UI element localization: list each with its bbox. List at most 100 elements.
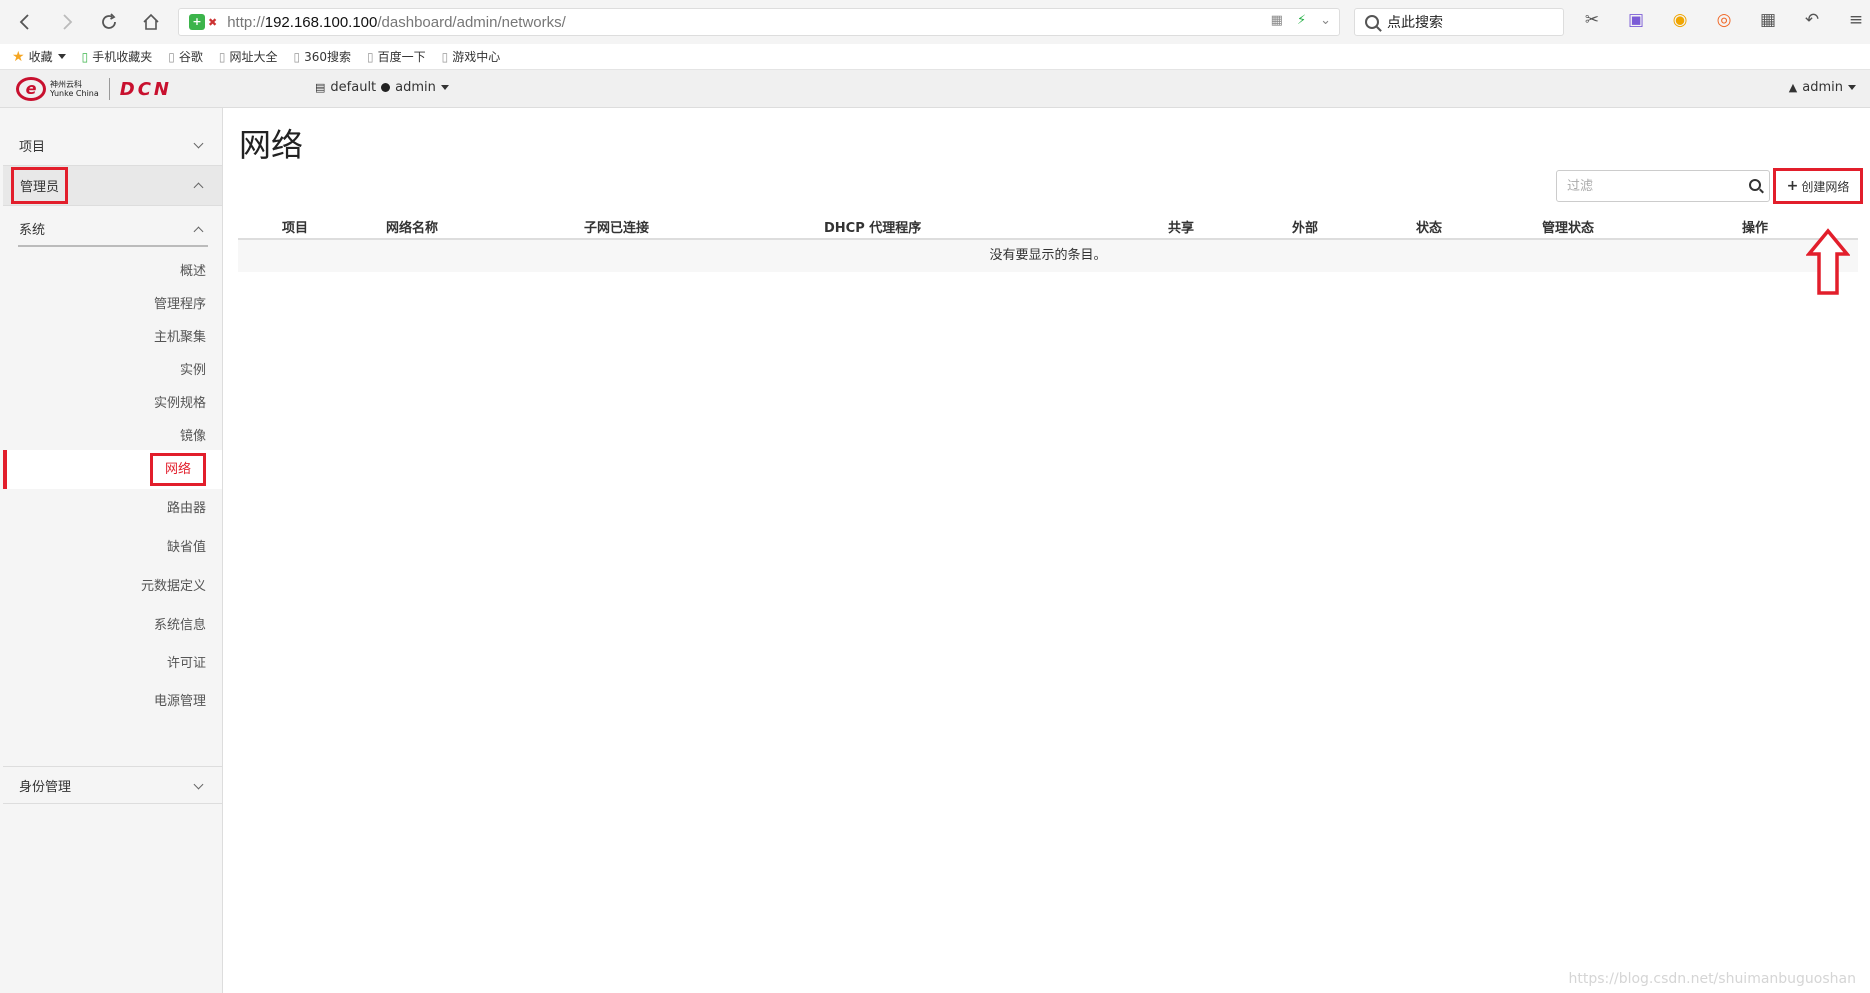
create-network-label: 创建网络 bbox=[1801, 179, 1850, 194]
grid-icon[interactable]: ▦ bbox=[1756, 10, 1780, 30]
sidebar-item-label: 管理程序 bbox=[153, 297, 206, 312]
sidebar-section-identity[interactable]: 身份管理 bbox=[3, 766, 222, 804]
sidebar-item-defaults[interactable]: 缺省值 bbox=[3, 528, 222, 567]
sidebar-item-metadata[interactable]: 元数据定义 bbox=[3, 567, 222, 606]
column-header-subnets[interactable]: 子网已连接 bbox=[584, 217, 649, 236]
sidebar-item-label: 缺省值 bbox=[166, 540, 206, 555]
search-icon bbox=[1365, 15, 1379, 29]
column-header-project[interactable]: 项目 bbox=[282, 217, 308, 236]
plus-icon: + bbox=[1786, 178, 1799, 194]
logo-cn: 神州云科 bbox=[50, 80, 82, 89]
gamepad-icon[interactable]: ◎ bbox=[1712, 10, 1736, 30]
project-picker[interactable]: ▤ default admin bbox=[315, 80, 449, 95]
page-icon: ▯ bbox=[218, 49, 226, 64]
star-icon: ★ bbox=[12, 48, 25, 65]
coin-icon[interactable]: ◉ bbox=[1668, 10, 1692, 30]
sidebar-item-label: 电源管理 bbox=[153, 694, 206, 709]
speed-mode-icon[interactable]: ⚡ bbox=[1297, 13, 1306, 28]
bookmarks-bar: ★ 收藏 ▯ 手机收藏夹 ▯ 谷歌 ▯ 网址大全 ▯ 360搜索 ▯ 百度一下 ▯ 游戏中心 bbox=[0, 44, 1870, 70]
section-label: 系统 bbox=[19, 222, 46, 238]
bookmark-360[interactable]: ▯ 360搜索 bbox=[293, 48, 351, 65]
bookmark-baidu[interactable]: ▯ 百度一下 bbox=[367, 48, 426, 65]
logo-divider bbox=[108, 78, 110, 100]
bookmark-games[interactable]: ▯ 游戏中心 bbox=[442, 48, 501, 65]
domain-name: default bbox=[330, 80, 377, 95]
table-empty-row: 没有要显示的条目。 bbox=[238, 240, 1858, 272]
url-text[interactable]: http://192.168.100.100/dashboard/admin/n… bbox=[227, 14, 566, 31]
menu-icon[interactable]: ≡ bbox=[1844, 10, 1868, 30]
create-network-button[interactable]: + 创建网络 bbox=[1773, 168, 1863, 204]
sidebar-item-license[interactable]: 许可证 bbox=[3, 644, 222, 683]
undo-icon[interactable]: ↶ bbox=[1800, 10, 1824, 30]
domain-icon: ▤ bbox=[315, 81, 326, 94]
sidebar-item-system-info[interactable]: 系统信息 bbox=[3, 606, 222, 645]
section-label: 身份管理 bbox=[19, 779, 72, 795]
chevron-up-icon bbox=[193, 182, 204, 193]
browser-search-box[interactable]: 点此搜索 bbox=[1354, 8, 1564, 36]
sidebar-item-label: 实例 bbox=[179, 363, 206, 378]
chevron-down-icon bbox=[57, 54, 66, 59]
address-bar[interactable]: + ✖ http://192.168.100.100/dashboard/adm… bbox=[178, 8, 1340, 36]
browser-toolbar: + ✖ http://192.168.100.100/dashboard/adm… bbox=[0, 0, 1870, 44]
bookmark-label: 收藏 bbox=[28, 50, 53, 64]
column-header-shared[interactable]: 共享 bbox=[1168, 217, 1194, 236]
column-header-dhcp-agents[interactable]: DHCP 代理程序 bbox=[824, 217, 921, 236]
page-title: 网络 bbox=[239, 126, 304, 164]
url-prefix: http:// bbox=[227, 13, 265, 31]
app-header: e 神州云科 Yunke China DCN ▤ default admin ▲ … bbox=[0, 70, 1870, 108]
home-icon bbox=[143, 13, 159, 30]
logo-brand: DCN bbox=[119, 78, 172, 100]
reload-icon bbox=[102, 13, 116, 29]
sidebar-item-label: 网络 bbox=[149, 453, 206, 486]
brand-logo[interactable]: e 神州云科 Yunke China DCN bbox=[16, 76, 172, 102]
user-icon: ▲ bbox=[1788, 81, 1798, 94]
browser-search-placeholder: 点此搜索 bbox=[1387, 15, 1443, 31]
bookmark-sites[interactable]: ▯ 网址大全 bbox=[219, 48, 278, 65]
column-header-admin-state[interactable]: 管理状态 bbox=[1542, 217, 1594, 236]
sidebar-section-system[interactable]: 系统 bbox=[3, 210, 222, 246]
caret-down-icon bbox=[1848, 85, 1856, 90]
sidebar-item-networks[interactable]: 网络 bbox=[3, 450, 222, 489]
column-header-status[interactable]: 状态 bbox=[1416, 217, 1442, 236]
section-underline bbox=[18, 245, 208, 247]
sidebar-section-project[interactable]: 项目 bbox=[3, 126, 222, 166]
search-icon[interactable] bbox=[1749, 179, 1761, 191]
column-header-external[interactable]: 外部 bbox=[1292, 217, 1318, 236]
qr-code-icon[interactable]: ▦ bbox=[1271, 13, 1283, 28]
secure-shield-icon: + bbox=[189, 14, 205, 30]
chevron-down-icon bbox=[193, 138, 204, 149]
sidebar-item-label: 路由器 bbox=[166, 501, 206, 516]
sidebar-item-label: 许可证 bbox=[166, 656, 206, 671]
url-path: /dashboard/admin/networks/ bbox=[377, 13, 566, 31]
user-menu[interactable]: ▲ admin bbox=[1789, 80, 1856, 95]
page-icon: ▯ bbox=[441, 49, 449, 64]
page-icon: ▯ bbox=[293, 49, 301, 64]
logo-text: 神州云科 Yunke China bbox=[50, 80, 99, 98]
forward-button[interactable] bbox=[50, 5, 84, 39]
sidebar-section-admin[interactable]: 管理员 bbox=[3, 166, 222, 206]
column-header-network-name[interactable]: 网络名称 bbox=[386, 217, 438, 236]
scissors-icon[interactable]: ✂ bbox=[1580, 10, 1604, 30]
table-header: 项目 网络名称 子网已连接 DHCP 代理程序 共享 外部 状态 管理状态 操作 bbox=[238, 210, 1858, 240]
sidebar-item-label: 概述 bbox=[179, 264, 206, 279]
sidebar-item-routers[interactable]: 路由器 bbox=[3, 489, 222, 528]
chevron-down-icon[interactable]: ⌄ bbox=[1320, 13, 1331, 28]
bookmark-favorites[interactable]: ★ 收藏 bbox=[12, 48, 66, 65]
sidebar-item-label: 实例规格 bbox=[153, 396, 206, 411]
chevron-up-icon bbox=[193, 226, 204, 237]
sidebar-item-power[interactable]: 电源管理 bbox=[3, 682, 222, 721]
column-header-actions: 操作 bbox=[1742, 221, 1769, 236]
sidebar-item-label: 镜像 bbox=[179, 429, 206, 444]
networks-table: 项目 网络名称 子网已连接 DHCP 代理程序 共享 外部 状态 管理状态 操作… bbox=[238, 210, 1858, 272]
phone-icon: ▯ bbox=[81, 49, 89, 64]
bookmark-mobile[interactable]: ▯ 手机收藏夹 bbox=[82, 48, 153, 65]
filter-input[interactable] bbox=[1557, 171, 1737, 201]
bookmark-google[interactable]: ▯ 谷歌 bbox=[168, 48, 203, 65]
home-button[interactable] bbox=[134, 5, 168, 39]
project-name: admin bbox=[395, 80, 436, 95]
reload-button[interactable] bbox=[92, 5, 126, 39]
back-button[interactable] bbox=[8, 5, 42, 39]
bookmark-label: 360搜索 bbox=[304, 50, 351, 64]
translate-icon[interactable]: ▣ bbox=[1624, 10, 1648, 30]
filter-box bbox=[1556, 170, 1770, 202]
